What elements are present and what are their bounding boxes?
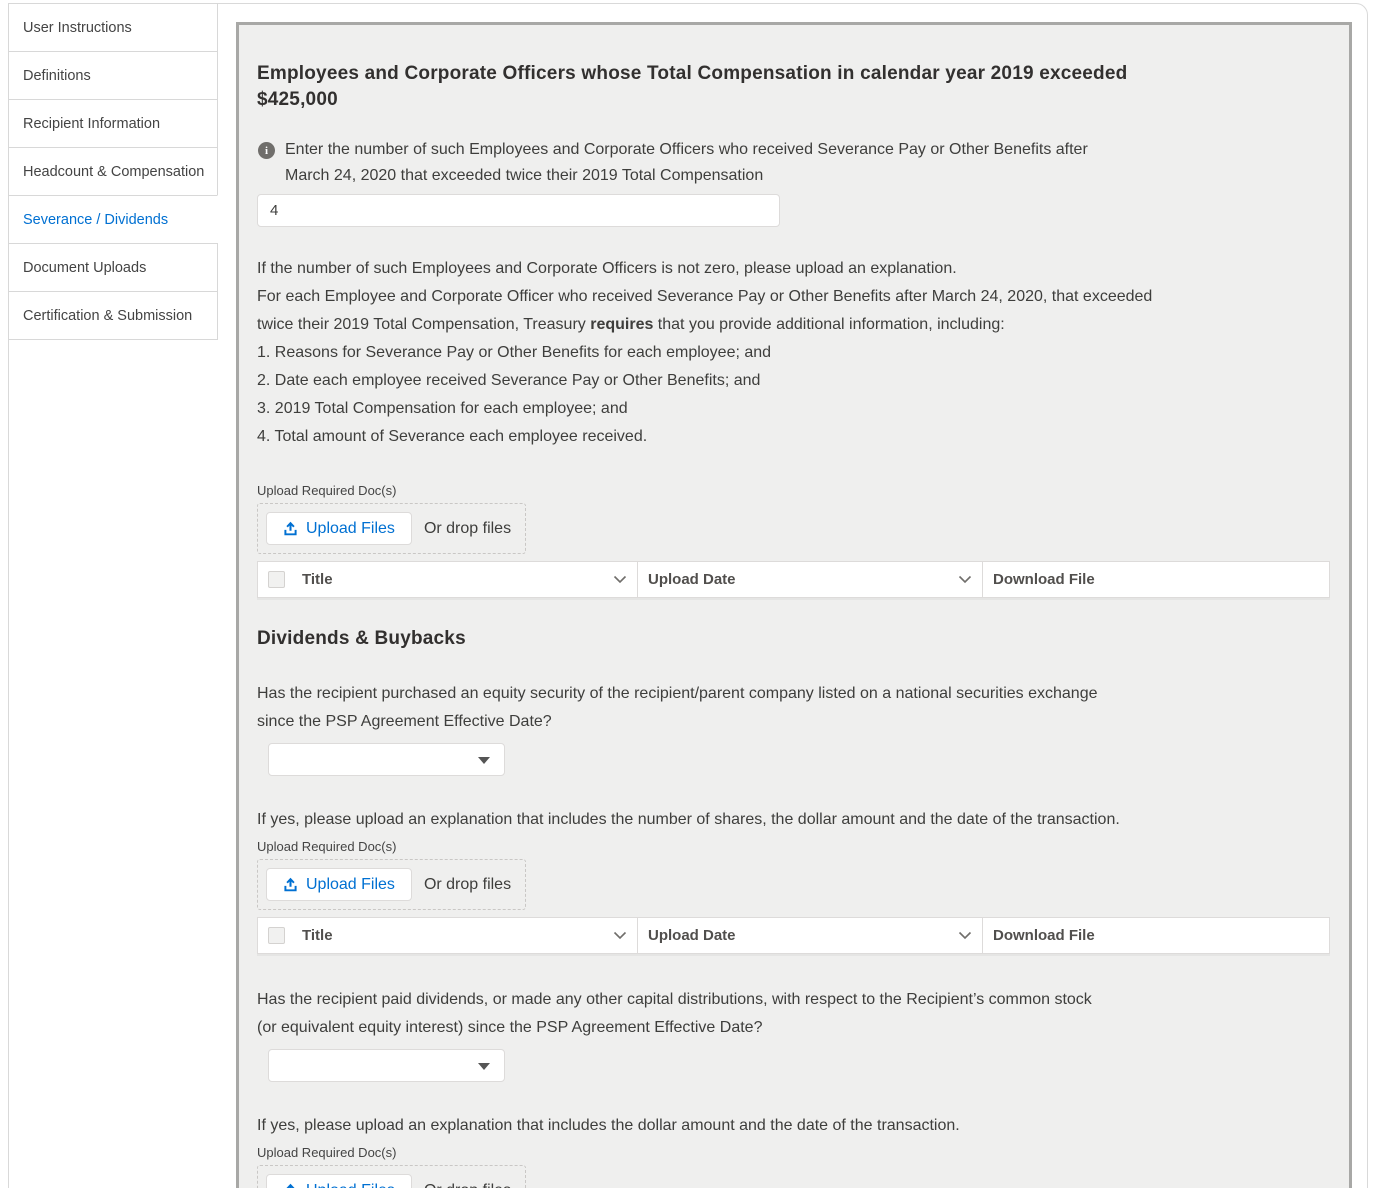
buyback-answer-select[interactable] bbox=[268, 743, 505, 776]
explanation-requirements-line: For each Employee and Corporate Officer … bbox=[257, 283, 1330, 339]
requires-emphasis: requires bbox=[590, 316, 653, 333]
requirement-list-item-1: 1. Reasons for Severance Pay or Other Be… bbox=[257, 339, 1330, 367]
upload-required-docs-label: Upload Required Doc(s) bbox=[257, 1145, 1330, 1160]
sidebar-item-document-uploads[interactable]: Document Uploads bbox=[8, 243, 218, 292]
table-column-title[interactable]: Title bbox=[258, 918, 638, 953]
dividend-upload-note: If yes, please upload an explanation tha… bbox=[257, 1112, 1330, 1140]
or-drop-files-label: Or drop files bbox=[424, 876, 511, 894]
sidebar-item-recipient-information[interactable]: Recipient Information bbox=[8, 99, 218, 148]
table-column-upload-date[interactable]: Upload Date bbox=[638, 562, 983, 597]
severance-upload-files-button[interactable]: Upload Files bbox=[266, 512, 412, 545]
severance-upload-dropzone[interactable]: Upload Files Or drop files bbox=[257, 503, 526, 554]
table-column-title[interactable]: Title bbox=[258, 562, 638, 597]
severance-count-input[interactable] bbox=[257, 194, 780, 227]
buyback-question: Has the recipient purchased an equity se… bbox=[257, 680, 1330, 736]
chevron-down-icon[interactable] bbox=[958, 575, 972, 584]
severance-explanation-text: If the number of such Employees and Corp… bbox=[257, 255, 1330, 451]
severance-dividends-panel: Employees and Corporate Officers whose T… bbox=[236, 22, 1352, 1188]
upload-icon bbox=[283, 1183, 298, 1188]
requirement-list-item-4: 4. Total amount of Severance each employ… bbox=[257, 423, 1330, 451]
severance-count-prompt-text: Enter the number of such Employees and C… bbox=[285, 137, 1088, 189]
or-drop-files-label: Or drop files bbox=[424, 520, 511, 538]
buyback-upload-dropzone[interactable]: Upload Files Or drop files bbox=[257, 859, 526, 910]
sidebar-item-headcount-compensation[interactable]: Headcount & Compensation bbox=[8, 147, 218, 196]
chevron-down-icon[interactable] bbox=[613, 575, 627, 584]
sidebar-item-definitions[interactable]: Definitions bbox=[8, 51, 218, 100]
caret-down-icon bbox=[478, 1063, 490, 1070]
requirement-list-item-3: 3. 2019 Total Compensation for each empl… bbox=[257, 395, 1330, 423]
explanation-intro-line: If the number of such Employees and Corp… bbox=[257, 255, 1330, 283]
upload-icon bbox=[283, 877, 298, 892]
select-all-checkbox[interactable] bbox=[268, 571, 285, 588]
page-title: Employees and Corporate Officers whose T… bbox=[257, 61, 1330, 113]
buyback-docs-table-header: Title Upload Date Download File bbox=[257, 917, 1330, 954]
chevron-down-icon[interactable] bbox=[613, 931, 627, 940]
buyback-upload-files-button[interactable]: Upload Files bbox=[266, 868, 412, 901]
table-column-download-file: Download File bbox=[983, 918, 1329, 953]
buyback-upload-note: If yes, please upload an explanation tha… bbox=[257, 806, 1330, 834]
info-icon: i bbox=[258, 142, 275, 159]
upload-required-docs-label: Upload Required Doc(s) bbox=[257, 839, 1330, 854]
upload-required-docs-label: Upload Required Doc(s) bbox=[257, 483, 1330, 498]
sidebar-item-user-instructions[interactable]: User Instructions bbox=[8, 3, 218, 52]
dividends-buybacks-heading: Dividends & Buybacks bbox=[257, 628, 1330, 650]
requirement-list-item-2: 2. Date each employee received Severance… bbox=[257, 367, 1330, 395]
sidebar-item-certification-submission[interactable]: Certification & Submission bbox=[8, 291, 218, 340]
section-nav: User Instructions Definitions Recipient … bbox=[8, 3, 218, 340]
dividend-question: Has the recipient paid dividends, or mad… bbox=[257, 986, 1330, 1042]
dividend-upload-dropzone[interactable]: Upload Files Or drop files bbox=[257, 1165, 526, 1188]
sidebar-item-severance-dividends[interactable]: Severance / Dividends bbox=[8, 195, 218, 244]
caret-down-icon bbox=[478, 757, 490, 764]
severance-count-prompt: i Enter the number of such Employees and… bbox=[257, 137, 1330, 189]
or-drop-files-label: Or drop files bbox=[424, 1182, 511, 1188]
select-all-checkbox[interactable] bbox=[268, 927, 285, 944]
severance-docs-table-header: Title Upload Date Download File bbox=[257, 561, 1330, 598]
chevron-down-icon[interactable] bbox=[958, 931, 972, 940]
dividend-upload-files-button[interactable]: Upload Files bbox=[266, 1174, 412, 1188]
dividend-answer-select[interactable] bbox=[268, 1049, 505, 1082]
upload-icon bbox=[283, 521, 298, 536]
table-column-upload-date[interactable]: Upload Date bbox=[638, 918, 983, 953]
table-column-download-file: Download File bbox=[983, 562, 1329, 597]
